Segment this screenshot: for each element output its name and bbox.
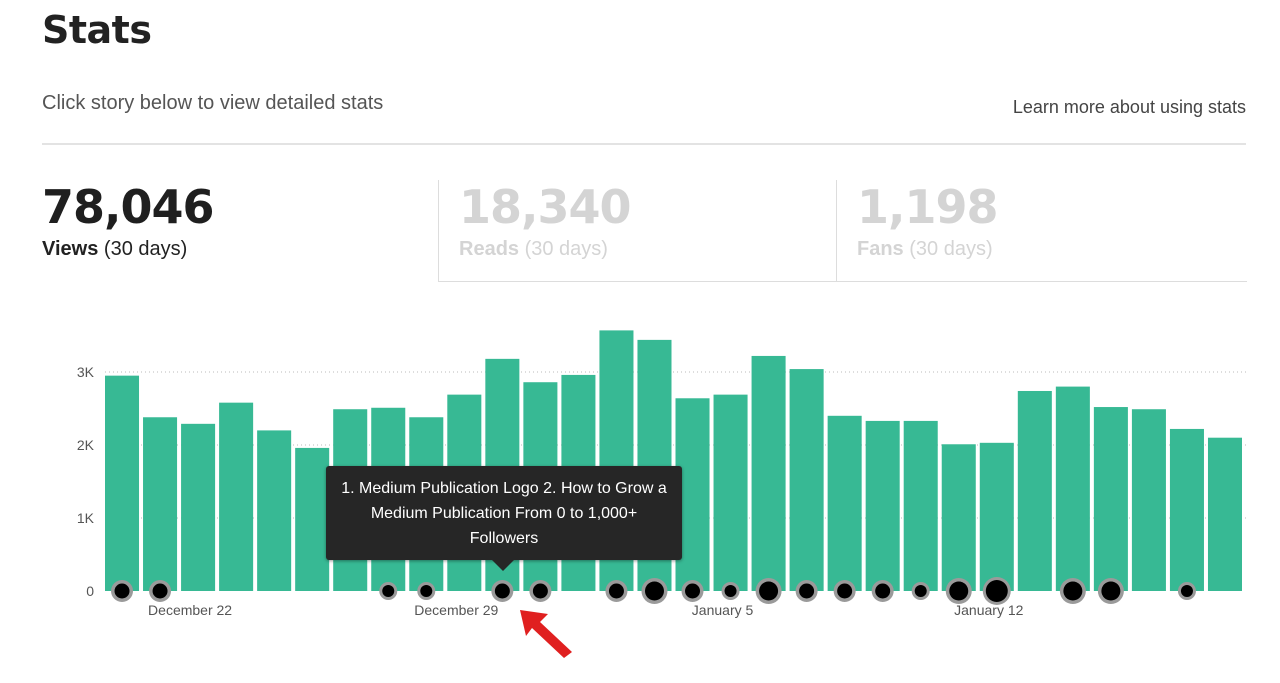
story-marker[interactable]	[799, 583, 815, 599]
publication-tooltip: 1. Medium Publication Logo 2. How to Gro…	[326, 466, 682, 571]
bar[interactable]	[257, 430, 292, 591]
story-marker[interactable]	[608, 583, 624, 599]
bar[interactable]	[865, 420, 900, 591]
bar[interactable]	[903, 420, 938, 591]
story-marker[interactable]	[532, 583, 548, 599]
story-marker[interactable]	[152, 583, 168, 599]
story-marker[interactable]	[875, 583, 891, 599]
x-tick-label: December 22	[148, 602, 232, 618]
bar[interactable]	[1017, 390, 1052, 591]
story-marker[interactable]	[644, 581, 664, 601]
bar[interactable]	[1093, 407, 1128, 591]
bar[interactable]	[143, 417, 178, 591]
bar[interactable]	[713, 394, 748, 591]
story-marker[interactable]	[420, 585, 433, 597]
y-tick-label: 1K	[77, 510, 95, 526]
bar[interactable]	[1055, 386, 1090, 591]
story-marker[interactable]	[759, 581, 779, 601]
bar[interactable]	[979, 442, 1014, 591]
bar[interactable]	[941, 444, 976, 591]
views-bar-chart: 0 1K 2K 3K December 22 December 29 January 5 Ja…	[77, 330, 1246, 618]
story-marker[interactable]	[494, 583, 510, 599]
bar[interactable]	[827, 415, 862, 591]
x-tick-label: December 29	[414, 602, 498, 618]
bar[interactable]	[1131, 409, 1166, 591]
bar[interactable]	[295, 447, 330, 591]
story-marker[interactable]	[985, 580, 1008, 602]
story-marker[interactable]	[685, 583, 701, 599]
story-marker[interactable]	[1180, 585, 1193, 597]
story-marker[interactable]	[724, 585, 737, 597]
red-arrow-icon	[520, 610, 572, 658]
x-tick-label: January 5	[692, 602, 754, 618]
bar[interactable]	[219, 402, 254, 591]
bar[interactable]	[1169, 428, 1204, 591]
bar[interactable]	[789, 369, 824, 591]
y-tick-label: 0	[86, 583, 94, 599]
bar[interactable]	[105, 375, 140, 591]
story-marker[interactable]	[1063, 581, 1083, 601]
story-marker[interactable]	[914, 585, 927, 597]
story-marker[interactable]	[1101, 581, 1121, 601]
x-tick-label: January 12	[954, 602, 1023, 618]
story-marker[interactable]	[837, 583, 853, 599]
story-marker[interactable]	[949, 581, 969, 601]
bar[interactable]	[751, 355, 786, 591]
story-marker[interactable]	[382, 585, 395, 597]
bar[interactable]	[1207, 437, 1242, 591]
story-marker[interactable]	[114, 583, 130, 599]
y-tick-label: 2K	[77, 437, 95, 453]
y-tick-label: 3K	[77, 364, 95, 380]
bar[interactable]	[181, 423, 216, 591]
